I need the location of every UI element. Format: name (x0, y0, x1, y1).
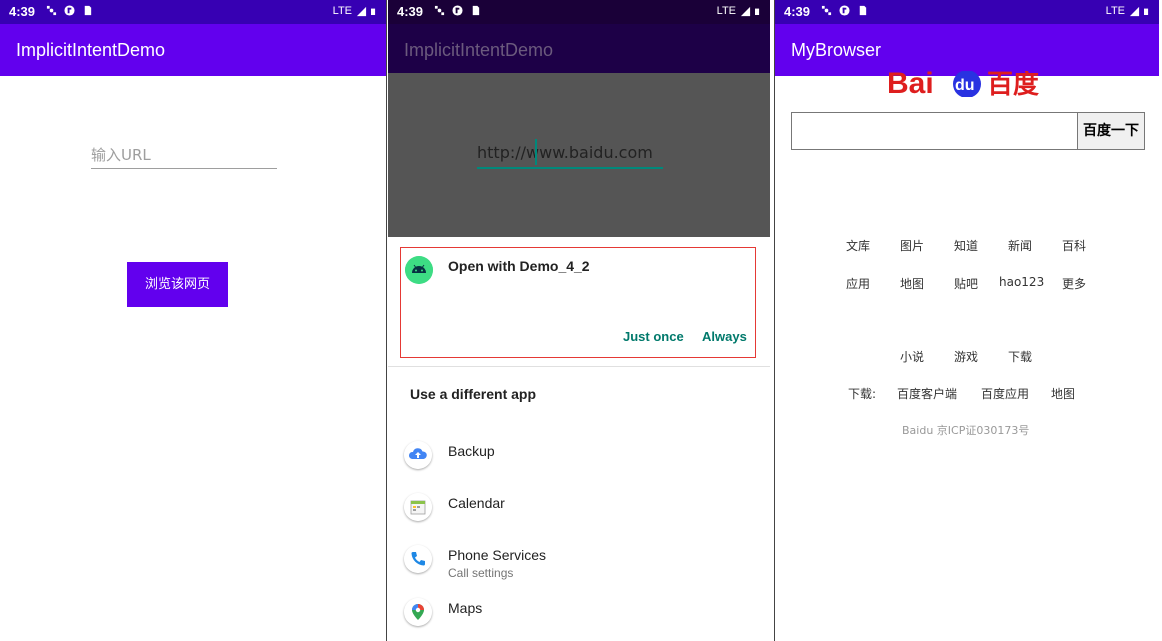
phone-icon (404, 545, 432, 573)
status-notification-icons (46, 5, 93, 16)
link-games[interactable]: 游戏 (954, 348, 978, 365)
status-bar: 4:39 LTE (0, 0, 386, 24)
signal-icon (356, 6, 367, 16)
sd-card-icon (859, 5, 867, 16)
battery-icon (755, 8, 760, 15)
status-time: 4:39 (397, 4, 424, 19)
app-notification-icon (64, 5, 75, 16)
just-once-button[interactable]: Just once (623, 329, 684, 344)
link-wenku[interactable]: 文库 (846, 237, 870, 254)
status-system-icons: LTE (717, 5, 762, 17)
screen-my-browser: 4:39 LTE MyBrowser Bai du 百度 百度一下 文库 图片 … (774, 0, 1159, 641)
satellite-icon (434, 5, 445, 16)
link-baike[interactable]: 百科 (1062, 237, 1086, 254)
browse-button[interactable]: 浏览该网页 (127, 262, 228, 307)
link-download[interactable]: 下载 (1008, 348, 1032, 365)
status-bar: 4:39 LTE (388, 0, 770, 24)
app-name: Backup (448, 443, 495, 459)
battery-icon (1144, 8, 1149, 15)
download-label: 下载: (848, 387, 877, 401)
cloud-upload-icon (404, 441, 432, 469)
app-bar: ImplicitIntentDemo (388, 24, 770, 73)
android-icon (405, 256, 433, 284)
app-title: ImplicitIntentDemo (404, 40, 554, 60)
screen-implicit-intent-demo: 4:39 LTE ImplicitIntentDemo 输入URL 浏览该网页 (0, 0, 387, 641)
link-zhidao[interactable]: 知道 (954, 237, 978, 254)
link-more[interactable]: 更多 (1062, 275, 1086, 292)
sd-card-icon (472, 5, 480, 16)
app-item-maps[interactable]: Maps (388, 594, 770, 634)
screen-app-chooser: 4:39 LTE ImplicitIntentDemo http://www.b… (388, 0, 770, 641)
calendar-icon (404, 493, 432, 521)
app-name: Phone Services (448, 547, 547, 563)
link-hao123[interactable]: hao123 (999, 275, 1044, 289)
baidu-logo: Bai du 百度 (887, 71, 1039, 97)
network-type: LTE (1105, 5, 1125, 17)
link-map[interactable]: 地图 (900, 275, 924, 292)
app-item-backup[interactable]: Backup (388, 437, 770, 477)
url-input[interactable]: 输入URL (91, 144, 277, 169)
signal-icon (1129, 6, 1140, 16)
status-bar: 4:39 LTE (775, 0, 1159, 24)
signal-icon (740, 6, 751, 16)
app-name: Maps (448, 600, 483, 616)
app-item-calendar[interactable]: Calendar (388, 489, 770, 529)
app-name: Calendar (448, 495, 505, 511)
link-baidu-map[interactable]: 地图 (1051, 385, 1075, 402)
always-button[interactable]: Always (702, 329, 747, 344)
status-system-icons: LTE (333, 5, 378, 17)
link-apps[interactable]: 应用 (846, 275, 870, 292)
status-system-icons: LTE (1106, 5, 1151, 17)
satellite-icon (46, 5, 57, 16)
use-different-app-heading: Use a different app (410, 386, 537, 402)
status-time: 4:39 (9, 4, 36, 19)
link-images[interactable]: 图片 (900, 237, 924, 254)
link-baidu-client[interactable]: 百度客户端 (897, 385, 957, 402)
svg-text:Bai: Bai (887, 71, 934, 97)
svg-text:百度: 百度 (987, 71, 1039, 97)
satellite-icon (821, 5, 832, 16)
footer-icp: Baidu 京ICP证030173号 (902, 424, 1030, 437)
app-item-phone-services[interactable]: Phone Services Call settings (388, 541, 770, 581)
app-notification-icon (452, 5, 463, 16)
app-bar: ImplicitIntentDemo (0, 24, 386, 76)
chooser-sheet: Open with Demo_4_2 Just once Always Use … (388, 237, 770, 641)
link-baidu-apps[interactable]: 百度应用 (981, 385, 1029, 402)
link-tieba[interactable]: 贴吧 (954, 275, 978, 292)
app-bar: MyBrowser (775, 24, 1159, 76)
battery-icon (371, 8, 376, 15)
search-button[interactable]: 百度一下 (1077, 112, 1145, 150)
app-title: ImplicitIntentDemo (16, 40, 166, 60)
link-news[interactable]: 新闻 (1008, 237, 1032, 254)
text-cursor (535, 139, 537, 165)
status-notification-icons (821, 5, 868, 16)
status-time: 4:39 (784, 4, 811, 19)
default-app-chooser: Open with Demo_4_2 Just once Always (400, 247, 756, 358)
maps-pin-icon (404, 598, 432, 626)
open-with-title: Open with Demo_4_2 (448, 258, 590, 274)
link-novel[interactable]: 小说 (900, 348, 924, 365)
app-subtitle: Call settings (448, 566, 514, 580)
network-type: LTE (332, 5, 352, 17)
svg-text:du: du (955, 77, 975, 94)
app-title: MyBrowser (791, 40, 882, 60)
url-input[interactable]: http://www.baidu.com (477, 143, 663, 169)
sd-card-icon (84, 5, 92, 16)
status-notification-icons (434, 5, 481, 16)
network-type: LTE (716, 5, 736, 17)
search-input[interactable] (791, 112, 1079, 150)
divider (388, 366, 770, 367)
app-notification-icon (839, 5, 850, 16)
